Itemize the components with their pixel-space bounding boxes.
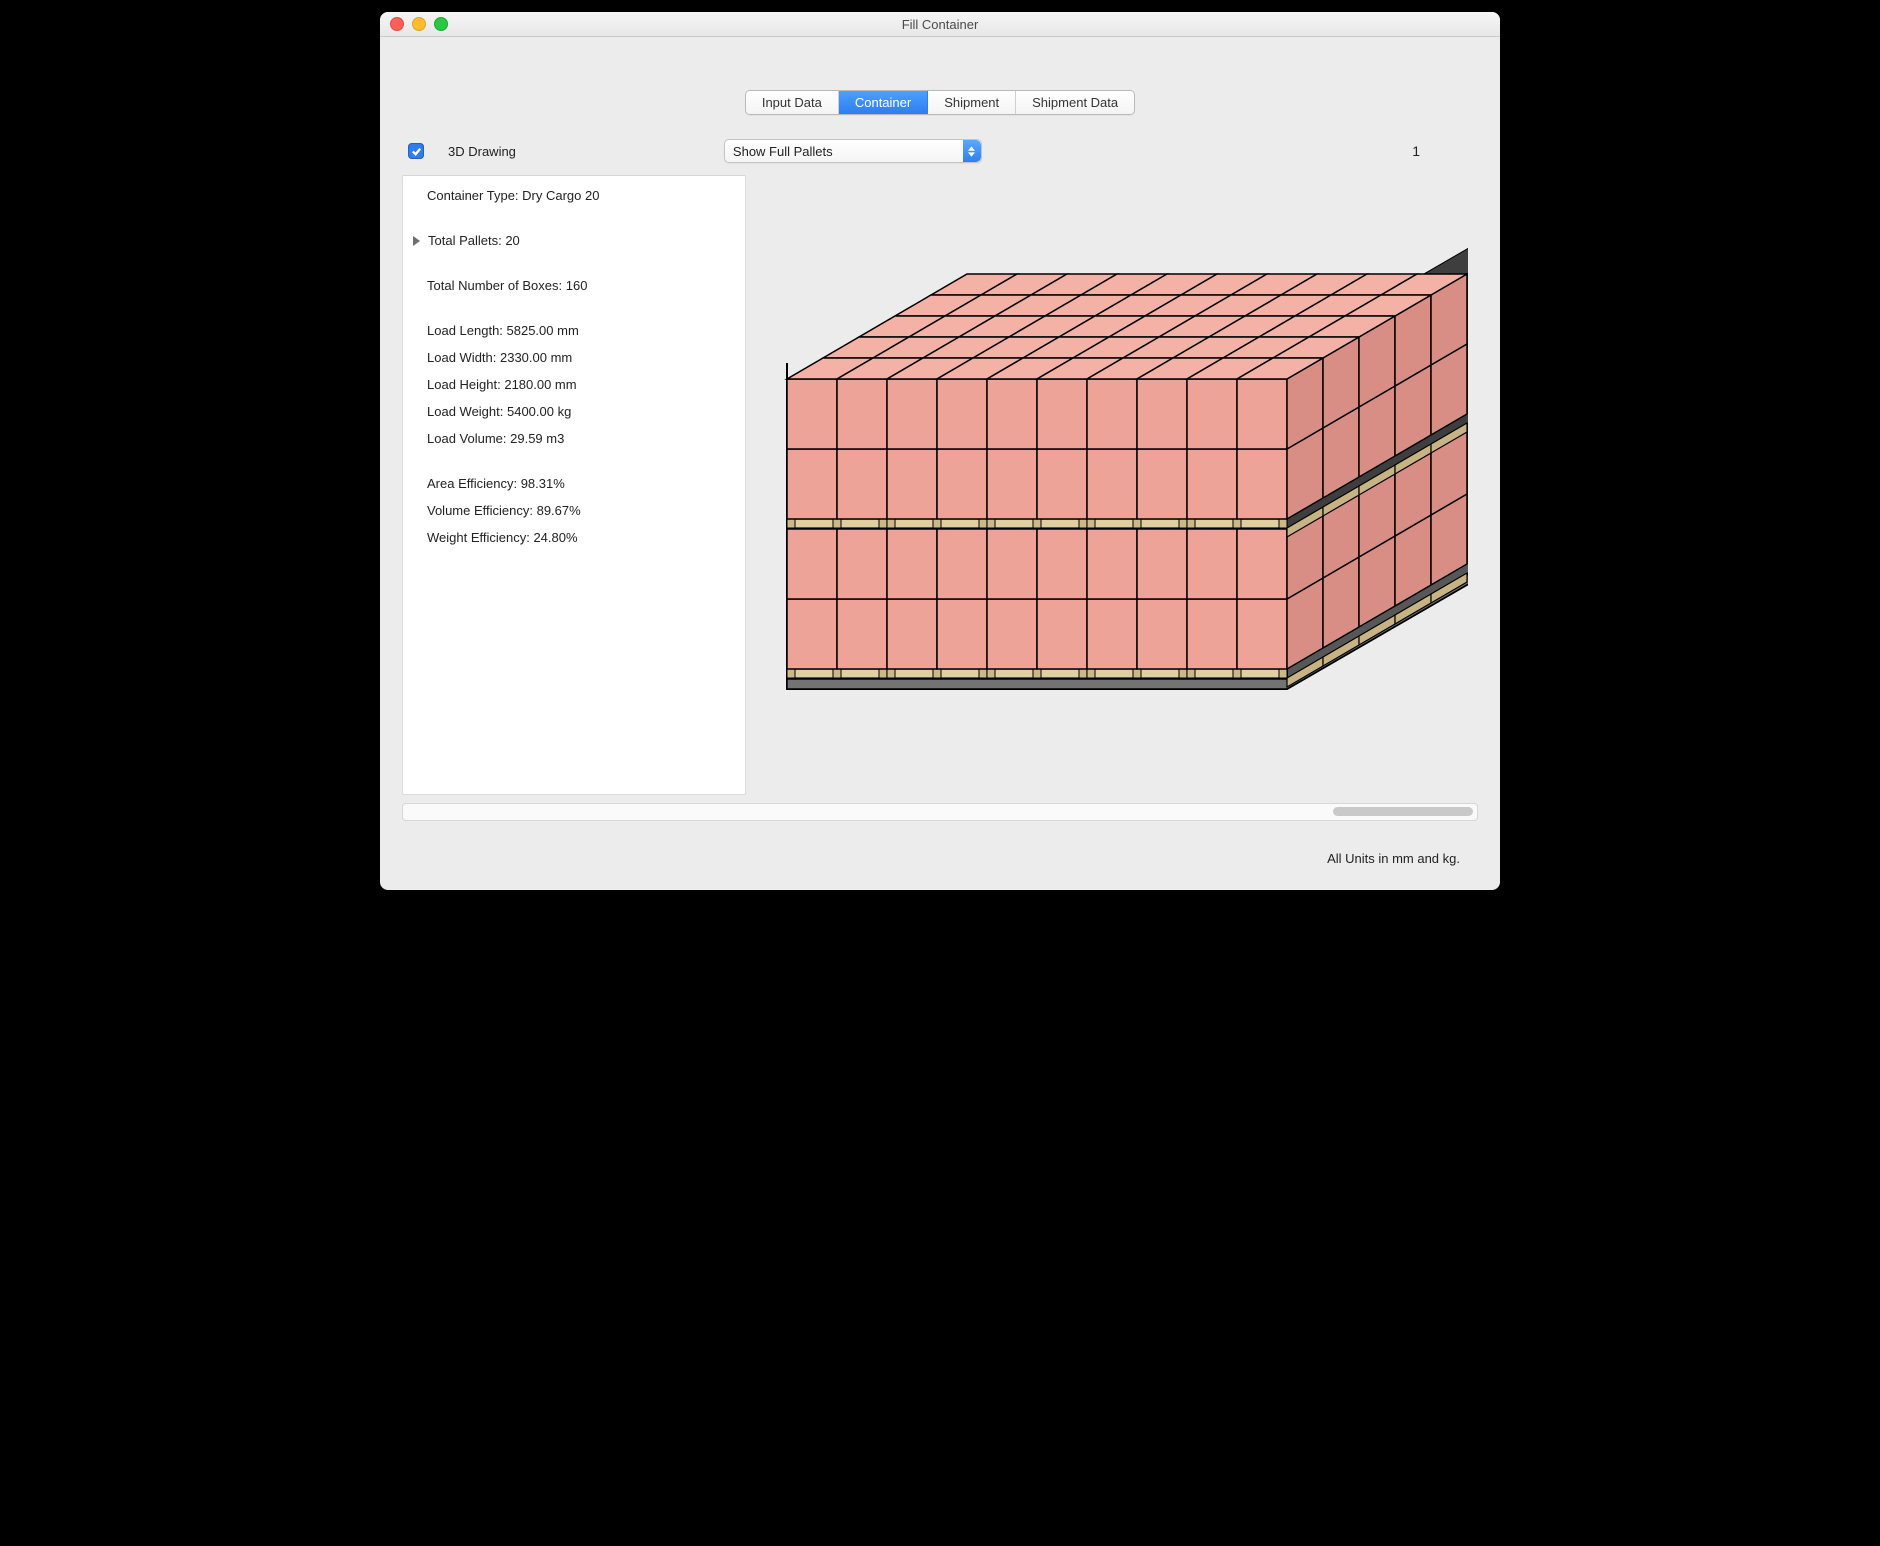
area-eff-line: Area Efficiency: 98.31%	[405, 470, 743, 497]
container-drawing	[746, 189, 1468, 809]
total-boxes-line: Total Number of Boxes: 160	[405, 272, 743, 299]
minimize-icon[interactable]	[412, 17, 426, 31]
horizontal-scrollbar[interactable]	[402, 803, 1478, 821]
window-controls	[390, 17, 448, 31]
tab-container[interactable]: Container	[839, 91, 928, 114]
scrollbar-thumb[interactable]	[1333, 807, 1473, 816]
total-pallets-row[interactable]: Total Pallets: 20	[405, 227, 743, 254]
main-body: Container Type: Dry Cargo 20 Total Palle…	[402, 175, 1478, 795]
view-mode-value: Show Full Pallets	[733, 144, 833, 159]
app-window: Fill Container Input Data Container Ship…	[380, 12, 1500, 890]
container-type-line: Container Type: Dry Cargo 20	[405, 182, 743, 209]
page-count: 1	[1412, 143, 1420, 159]
options-row: 3D Drawing Show Full Pallets 1	[408, 139, 1478, 163]
segmented-control: Input Data Container Shipment Shipment D…	[745, 90, 1135, 115]
load-volume-line: Load Volume: 29.59 m3	[405, 425, 743, 452]
drawing-checkbox[interactable]	[408, 143, 424, 159]
titlebar: Fill Container	[380, 12, 1500, 37]
load-height-line: Load Height: 2180.00 mm	[405, 371, 743, 398]
footer-units: All Units in mm and kg.	[402, 821, 1478, 880]
tab-shipment-data[interactable]: Shipment Data	[1016, 91, 1134, 114]
load-weight-line: Load Weight: 5400.00 kg	[405, 398, 743, 425]
view-mode-popup[interactable]: Show Full Pallets	[724, 139, 982, 163]
drawing-checkbox-label: 3D Drawing	[448, 144, 516, 159]
chevron-up-down-icon	[963, 140, 981, 162]
load-width-line: Load Width: 2330.00 mm	[405, 344, 743, 371]
weight-eff-line: Weight Efficiency: 24.80%	[405, 524, 743, 551]
disclosure-triangle-icon	[413, 236, 420, 246]
content-area: Input Data Container Shipment Shipment D…	[380, 37, 1500, 890]
volume-eff-line: Volume Efficiency: 89.67%	[405, 497, 743, 524]
window-title: Fill Container	[380, 17, 1500, 32]
close-icon[interactable]	[390, 17, 404, 31]
tab-shipment[interactable]: Shipment	[928, 91, 1016, 114]
tab-bar: Input Data Container Shipment Shipment D…	[402, 90, 1478, 115]
tab-input-data[interactable]: Input Data	[746, 91, 839, 114]
total-pallets-line: Total Pallets: 20	[428, 232, 520, 249]
zoom-icon[interactable]	[434, 17, 448, 31]
info-panel: Container Type: Dry Cargo 20 Total Palle…	[402, 175, 746, 795]
load-length-line: Load Length: 5825.00 mm	[405, 317, 743, 344]
drawing-viewport[interactable]	[756, 175, 1478, 795]
